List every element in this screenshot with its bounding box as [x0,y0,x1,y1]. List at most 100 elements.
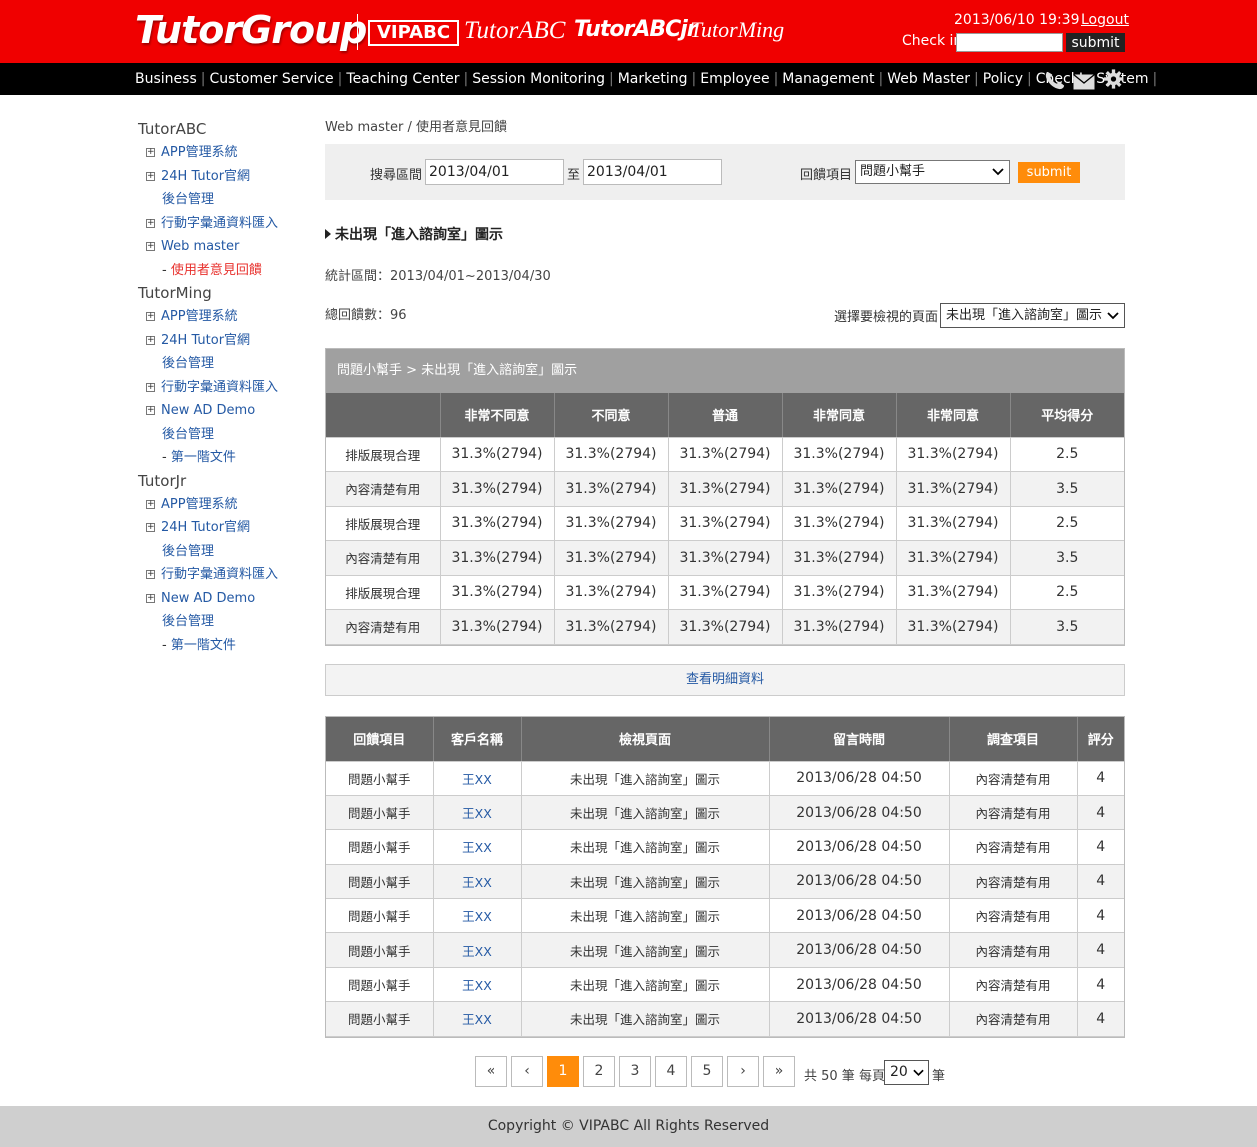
detail-header-cell[interactable]: 留言時間 [769,717,950,762]
sidebar-group-title[interactable]: TutorJr [138,470,308,493]
table-row: 排版展現合理 31.3%(2794) 31.3%(2794) 31.3%(2794) 3… [326,575,1124,610]
page-size-select[interactable]: 20 [884,1060,929,1085]
view-page-cell: 未出現「進入諮詢室」圖示 [521,761,770,796]
table-row: 問題小幫手 王XX 未出現「進入諮詢室」圖示 2013/06/28 04:50 內容清楚… [326,795,1124,831]
sidebar-item[interactable]: +24H Tutor官網 [138,516,308,540]
sidebar-item[interactable]: - 第一階文件 [138,634,308,658]
sidebar-item[interactable]: + 行動字彙通資料匯入 [138,212,308,236]
view-page-cell: 未出現「進入諮詢室」圖示 [521,864,770,900]
expand-plus-icon[interactable]: + [146,171,155,181]
expand-plus-icon[interactable]: + [146,406,155,415]
page-select[interactable]: 未出現「進入諮詢室」圖示 [940,303,1125,328]
date-to-label: 至 [567,168,581,183]
nav-item[interactable]: Management [782,71,874,87]
sidebar-group-title[interactable]: TutorMing [138,282,308,305]
phone-icon[interactable] [1043,70,1067,90]
nav-separator: | [974,71,979,87]
vipabc-logo[interactable]: VIPABC [368,20,460,46]
search-panel: 搜尋區間 2013/04/01 至 2013/04/01 回饋項目 問題小幫手 … [325,144,1125,200]
expand-plus-icon[interactable]: + [146,593,155,603]
gear-icon[interactable] [1102,69,1125,89]
sidebar-group-title[interactable]: TutorABC [138,118,308,141]
page-button[interactable]: 3 [619,1056,651,1087]
expand-plus-icon[interactable]: + [146,242,155,251]
sidebar-item[interactable]: +24H Tutor官網 [138,329,308,353]
page-button[interactable]: 2 [583,1056,615,1087]
sidebar-item[interactable]: + APP管理系統 [138,305,308,329]
row-label-cell: 排版展現合理 [326,437,441,472]
tutorgroup-logo[interactable]: TutorGroup [135,8,367,52]
nav-item[interactable]: Customer Service [209,71,333,87]
prev-page-button[interactable]: ‹ [511,1056,543,1087]
page-button[interactable]: 5 [691,1056,723,1087]
tutorming-logo[interactable]: TutorMing [690,17,784,43]
customer-name-link[interactable]: 王XX [433,864,522,900]
checkin-input[interactable] [956,33,1063,52]
sidebar-item-label: 24H Tutor官網 [161,168,251,184]
customer-name-link[interactable]: 王XX [433,761,522,796]
sidebar-item[interactable]: +24H Tutor官網 [138,165,308,189]
sidebar-item[interactable]: + APP管理系統 [138,141,308,165]
customer-name-link[interactable]: 王XX [433,932,522,968]
summary-header-cell: 平均得分 [1010,393,1124,438]
customer-name-link[interactable]: 王XX [433,1001,522,1037]
sidebar-item[interactable]: + Web master [138,235,308,259]
detail-header-cell[interactable]: 評分 [1077,717,1124,762]
expand-plus-icon[interactable]: + [146,382,155,392]
tutorabcjr-logo[interactable]: TutorABCjr [574,17,698,42]
nav-item[interactable]: Policy [983,71,1023,87]
sidebar-item[interactable]: 後台管理 [138,352,308,376]
last-page-button[interactable]: » [763,1056,795,1087]
nav-item[interactable]: Teaching Center [346,71,459,87]
date-to-input[interactable]: 2013/04/01 [583,159,722,185]
expand-plus-icon[interactable]: + [146,312,155,321]
detail-header-cell[interactable]: 調查項目 [949,717,1078,762]
sidebar-item[interactable]: 後台管理 [138,610,308,634]
page-button[interactable]: 1 [547,1056,579,1087]
sidebar-item-label: 使用者意見回饋 [170,262,262,278]
sidebar-item[interactable]: - 使用者意見回饋 [138,259,308,283]
sidebar-item[interactable]: + New AD Demo [138,399,308,423]
customer-name-link[interactable]: 王XX [433,829,522,865]
expand-plus-icon[interactable]: + [146,148,155,157]
next-page-button[interactable]: › [727,1056,759,1087]
page-button[interactable]: 4 [655,1056,687,1087]
sidebar-item[interactable]: 後台管理 [138,188,308,212]
detail-header-cell[interactable]: 客戶名稱 [433,717,522,762]
expand-plus-icon[interactable]: + [146,335,155,345]
nav-item[interactable]: Business [135,71,197,87]
detail-header-cell[interactable]: 檢視頁面 [521,717,770,762]
sidebar-item[interactable]: 後台管理 [138,540,308,564]
sidebar-item[interactable]: + New AD Demo [138,587,308,611]
expand-plus-icon[interactable]: + [146,499,155,509]
checkin-submit-button[interactable]: submit [1066,33,1125,52]
expand-plus-icon[interactable]: + [146,218,155,228]
expand-plus-icon[interactable]: + [146,570,155,579]
customer-name-link[interactable]: 王XX [433,967,522,1003]
expand-plus-icon[interactable]: + [146,523,155,532]
tutorabc-logo[interactable]: TutorABC [464,17,565,45]
table-cell: 31.3%(2794) [668,575,783,610]
detail-header-cell[interactable]: 回饋項目 [326,717,434,762]
sidebar-item[interactable]: 後台管理 [138,423,308,447]
sidebar-item[interactable]: + 行動字彙通資料匯入 [138,376,308,400]
sidebar-item[interactable]: - 第一階文件 [138,446,308,470]
customer-name-link[interactable]: 王XX [433,898,522,934]
sidebar-item[interactable]: + APP管理系統 [138,493,308,517]
feedback-item-select[interactable]: 問題小幫手 [855,160,1010,184]
customer-name-link[interactable]: 王XX [433,795,522,831]
first-page-button[interactable]: « [475,1056,507,1087]
search-submit-button[interactable]: submit [1018,162,1080,183]
row-label-cell: 排版展現合理 [326,506,441,541]
view-details-link[interactable]: 查看明細資料 [325,664,1125,696]
date-from-input[interactable]: 2013/04/01 [425,159,564,185]
nav-item[interactable]: Employee [700,71,769,87]
nav-item[interactable]: Session Monitoring [472,71,605,87]
sidebar-item[interactable]: + 行動字彙通資料匯入 [138,563,308,587]
score-cell: 4 [1077,898,1124,934]
mail-icon[interactable] [1073,72,1095,92]
logout-link[interactable]: Logout [1081,12,1129,28]
table-cell: 31.3%(2794) [782,471,897,507]
nav-item[interactable]: Web Master [887,71,970,87]
nav-item[interactable]: Marketing [618,71,688,87]
